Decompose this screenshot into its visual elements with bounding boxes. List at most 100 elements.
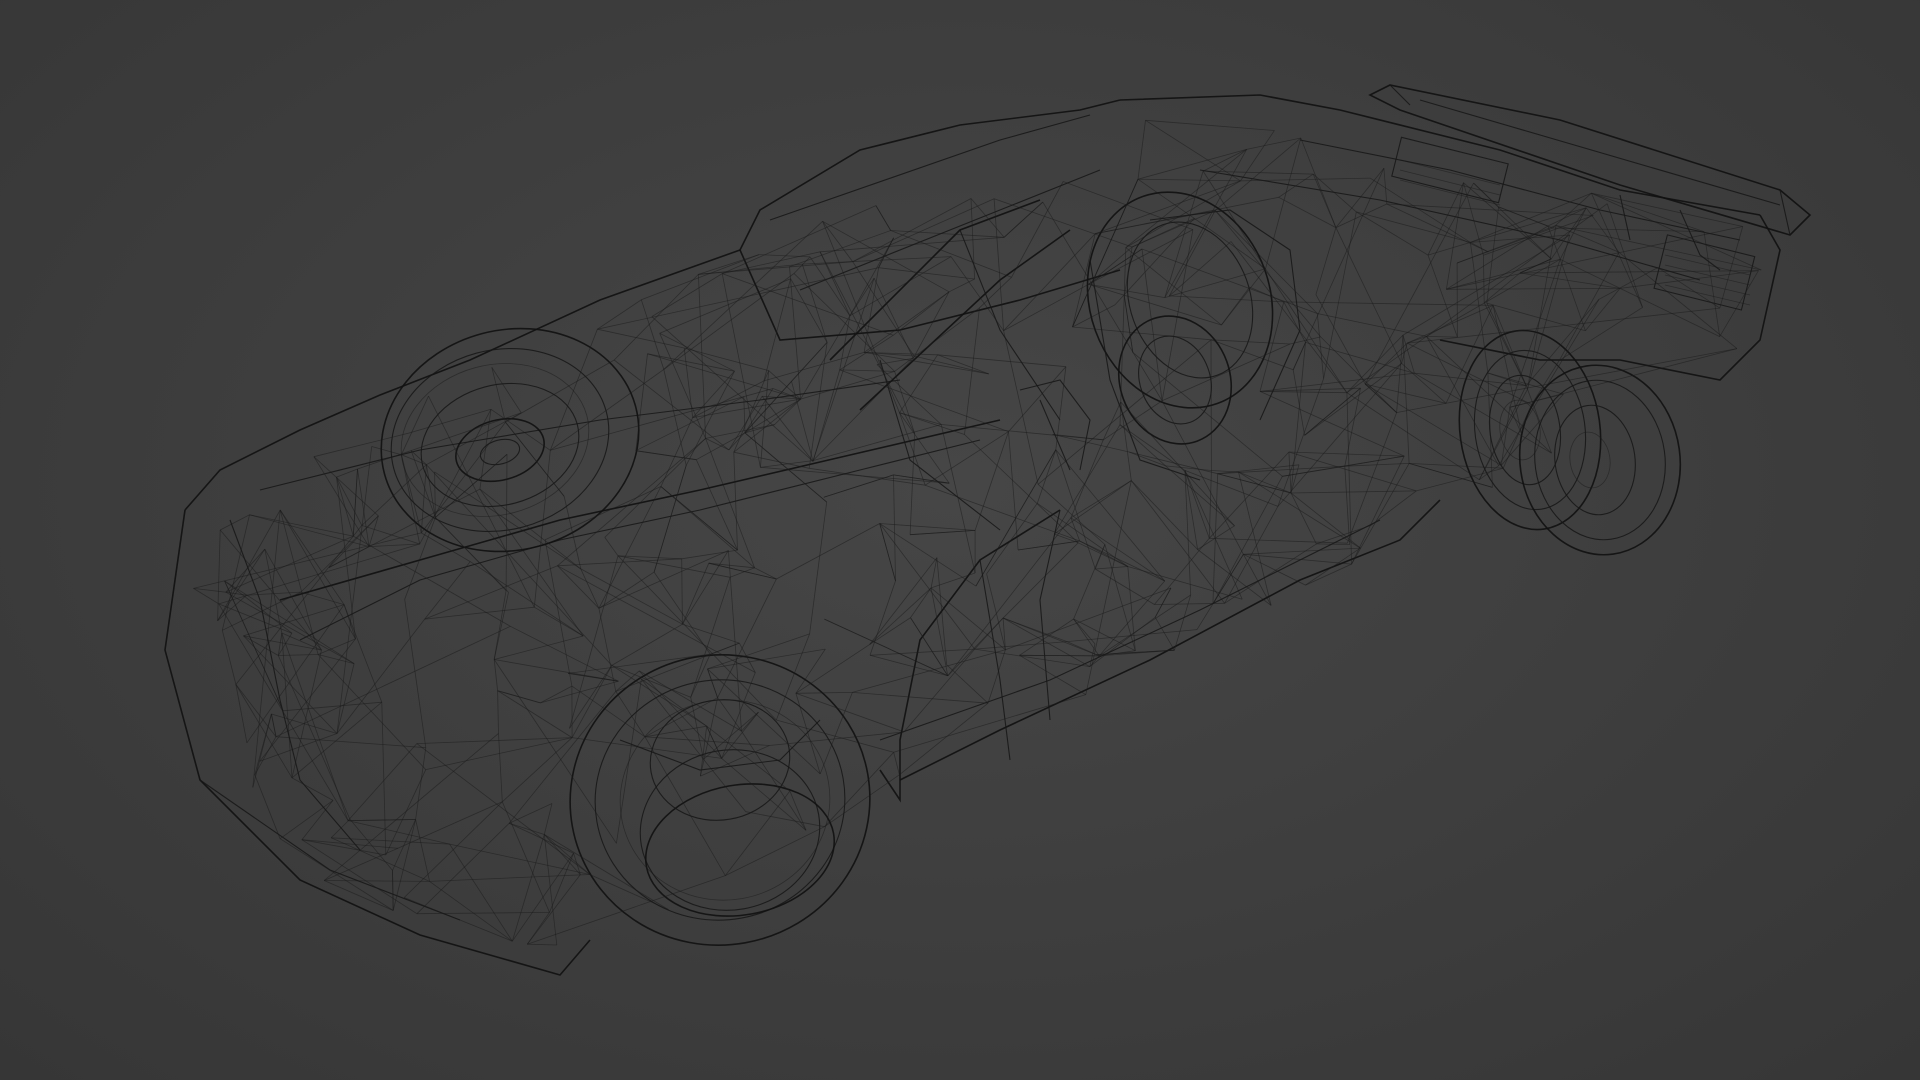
mesh-edge (819, 251, 851, 316)
mesh-edge (511, 834, 545, 942)
mesh-edge (795, 644, 870, 694)
mesh-edge (659, 333, 706, 439)
mesh-edge (635, 353, 648, 451)
mesh-edge (812, 278, 875, 461)
3d-viewport[interactable] (0, 0, 1920, 1080)
mesh-edge (1137, 120, 1146, 180)
mesh-edge (508, 691, 617, 824)
mesh-edge (505, 454, 508, 591)
mesh-edge (1019, 654, 1100, 657)
mesh-edge (974, 431, 1009, 531)
mesh-edge (795, 693, 821, 775)
mesh-edge (1078, 542, 1128, 567)
mesh-edge (1283, 301, 1494, 306)
mesh-edge (1316, 543, 1350, 545)
mesh-edge (527, 943, 557, 946)
mesh-edge (613, 359, 730, 451)
mesh-edge (937, 354, 1066, 368)
mesh-edge (1290, 490, 1417, 494)
mesh-edge (663, 273, 795, 370)
mesh-edge (301, 839, 398, 849)
mesh-edge (1292, 168, 1385, 370)
mesh-edge (509, 822, 545, 835)
mesh-edge (1095, 196, 1279, 235)
mesh-edge (1351, 463, 1410, 565)
mesh-edge (318, 654, 355, 664)
mesh-edge (801, 263, 828, 343)
mesh-edge (930, 557, 938, 588)
mesh-edge (705, 424, 775, 439)
mesh-edge (336, 446, 373, 734)
mesh-edge (763, 278, 791, 382)
mesh-edge (193, 532, 422, 589)
mesh-edge (243, 635, 338, 734)
mesh-edge (571, 685, 646, 738)
mesh-edge (597, 267, 879, 330)
mesh-edge (1127, 566, 1243, 600)
mesh-edge (1426, 258, 1561, 337)
mesh-edge (511, 852, 574, 942)
mesh-edge (424, 561, 471, 620)
mesh-edge (936, 557, 947, 665)
mesh-edge (509, 822, 574, 854)
mesh-edge (1114, 218, 1195, 306)
mesh-edge (638, 670, 722, 759)
mesh-edge (869, 617, 911, 645)
mesh-edge (1445, 305, 1494, 404)
mesh-edge (527, 875, 726, 945)
mesh-edge (336, 618, 426, 734)
mesh-edge (1154, 587, 1172, 618)
mesh-edge (809, 502, 828, 634)
mesh-edge (416, 743, 591, 875)
mesh-edge (589, 874, 669, 910)
mesh-edge (869, 580, 896, 656)
mesh-edge (986, 573, 1006, 650)
mesh-edge (1137, 178, 1241, 182)
mesh-edge (397, 801, 503, 849)
mesh-edge (776, 523, 880, 580)
mesh-edge (725, 826, 825, 876)
mesh-edge (974, 641, 1068, 650)
car-wireframe-model[interactable] (0, 0, 1920, 1080)
mesh-edge (1386, 203, 1489, 253)
mesh-edge (1154, 617, 1175, 651)
mesh-edge (1238, 471, 1292, 494)
mesh-edge (1470, 242, 1489, 253)
mesh-edge (324, 880, 430, 882)
mesh-edge (509, 803, 553, 824)
mesh-edge (1335, 227, 1402, 364)
mesh-edge (502, 737, 573, 803)
mesh-edge (941, 424, 1104, 441)
mesh-edge (910, 587, 932, 618)
mesh-edge (291, 777, 334, 801)
mesh-edge (775, 633, 810, 721)
mesh-edge (937, 354, 989, 375)
mesh-edge (1197, 525, 1235, 550)
mesh-edge (1335, 203, 1387, 228)
mesh-edge (875, 205, 892, 231)
mesh-edge (336, 477, 356, 639)
mesh-edge (497, 690, 573, 738)
mesh-edge (1278, 196, 1337, 228)
mesh-edge (1427, 242, 1471, 256)
mesh-edge (1446, 287, 1621, 290)
mesh-edge (823, 474, 894, 498)
mesh-edge (1277, 378, 1324, 507)
mesh-edge (1209, 451, 1290, 539)
mesh-edge (1008, 366, 1067, 432)
mesh-edge (940, 424, 976, 574)
mesh-edge (278, 654, 319, 656)
mesh-edge (663, 369, 687, 466)
mesh-edge (707, 633, 810, 670)
mesh-edge (415, 819, 430, 882)
mesh-edge (1217, 465, 1345, 475)
mesh-edge (793, 273, 895, 372)
mesh-edge (416, 823, 510, 914)
mesh-edge (1145, 119, 1275, 131)
mesh-edge (1072, 179, 1139, 328)
mesh-edge (435, 517, 507, 591)
mesh-edge (1426, 336, 1458, 338)
mesh-edge (970, 198, 975, 280)
mesh-edge (950, 256, 1004, 331)
mesh-edge (849, 256, 952, 317)
